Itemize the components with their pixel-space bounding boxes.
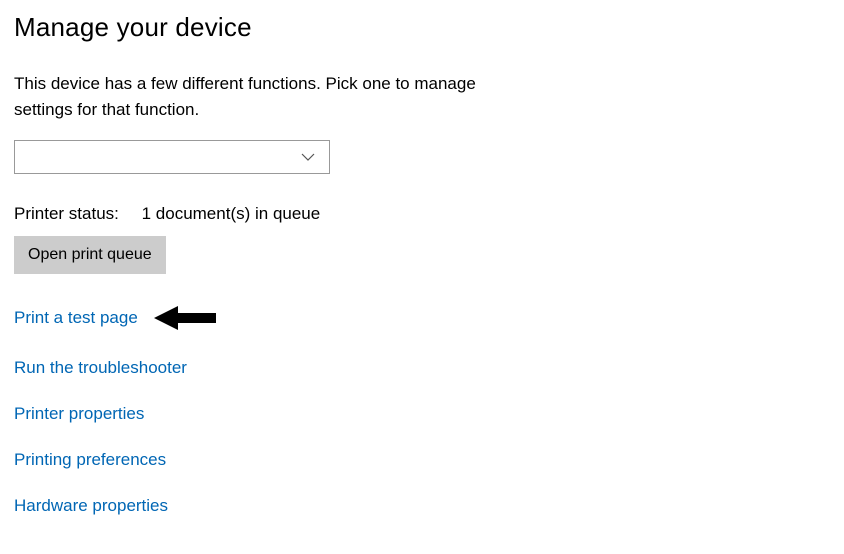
function-dropdown[interactable] bbox=[14, 140, 330, 174]
print-test-page-link[interactable]: Print a test page bbox=[14, 308, 138, 328]
run-troubleshooter-link[interactable]: Run the troubleshooter bbox=[14, 358, 187, 378]
hardware-properties-link[interactable]: Hardware properties bbox=[14, 496, 168, 516]
printer-properties-link[interactable]: Printer properties bbox=[14, 404, 144, 424]
arrow-left-icon bbox=[154, 304, 216, 332]
chevron-down-icon bbox=[301, 150, 315, 164]
printing-preferences-link[interactable]: Printing preferences bbox=[14, 450, 166, 470]
open-print-queue-button[interactable]: Open print queue bbox=[14, 236, 166, 274]
status-value: 1 document(s) in queue bbox=[142, 204, 321, 223]
printer-status: Printer status: 1 document(s) in queue bbox=[14, 204, 830, 224]
page-title: Manage your device bbox=[14, 12, 830, 43]
status-label: Printer status: bbox=[14, 204, 119, 223]
device-description: This device has a few different function… bbox=[14, 71, 524, 122]
